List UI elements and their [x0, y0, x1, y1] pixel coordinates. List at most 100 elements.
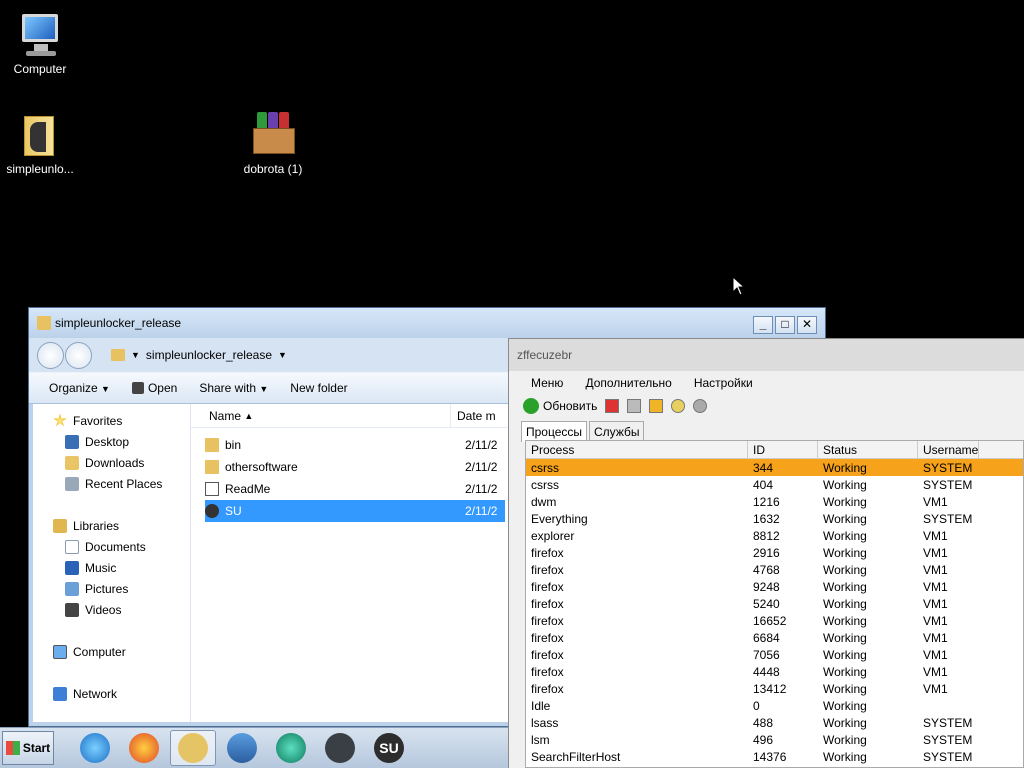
desktop-icon [65, 434, 79, 449]
table-row[interactable]: Everything 1632 Working SYSTEM [526, 510, 1023, 527]
refresh-button[interactable]: Обновить [543, 399, 597, 413]
column-header-date[interactable]: Date m [451, 409, 496, 423]
table-row[interactable]: firefox 4448 Working VM1 [526, 663, 1023, 680]
windows-logo-icon [5, 741, 20, 755]
music-icon [65, 560, 79, 575]
desktop-icon-simpleunlocker[interactable]: simpleunlo... [0, 110, 80, 176]
column-header-id[interactable]: ID [748, 441, 818, 458]
globe-app-icon [276, 733, 306, 763]
shield-icon[interactable] [671, 399, 686, 413]
kill-process-icon[interactable] [605, 399, 620, 413]
delete-icon[interactable] [627, 399, 642, 413]
desktop-icon-computer[interactable]: Computer [0, 10, 80, 76]
menu-item-advanced[interactable]: Дополнительно [585, 376, 671, 390]
column-header-process[interactable]: Process [526, 441, 748, 458]
nav-network[interactable]: Network [33, 683, 190, 704]
file-row-othersoftware[interactable]: othersoftware 2/11/2 [205, 456, 505, 478]
refresh-icon[interactable] [523, 398, 539, 414]
table-row[interactable]: SearchFilterHost 14376 Working SYSTEM [526, 748, 1023, 765]
menu-item-settings[interactable]: Настройки [694, 376, 753, 390]
internet-explorer-icon [80, 733, 110, 763]
nav-recent-places[interactable]: Recent Places [33, 473, 190, 494]
file-row-su[interactable]: SU 2/11/2 [205, 500, 505, 522]
back-button[interactable] [37, 341, 64, 369]
cell-id: 4768 [753, 562, 780, 577]
table-row[interactable]: dwm 1216 Working VM1 [526, 493, 1023, 510]
nav-computer[interactable]: Computer [33, 641, 190, 662]
cell-status: Working [823, 715, 867, 730]
column-header-username[interactable]: Username [918, 441, 980, 458]
explorer-titlebar[interactable]: simpleunlocker_release _ □ ✕ [29, 308, 825, 338]
table-row[interactable]: firefox 9248 Working VM1 [526, 578, 1023, 595]
taskbar-media-player[interactable] [219, 730, 265, 766]
table-row[interactable]: firefox 7056 Working VM1 [526, 646, 1023, 663]
column-header-name[interactable]: Name ▲ [191, 404, 451, 427]
taskbar-firefox[interactable] [121, 730, 167, 766]
process-manager-window[interactable]: zffecuzebr Меню Дополнительно Настройки … [508, 338, 1024, 768]
table-row[interactable]: firefox 13412 Working VM1 [526, 680, 1023, 697]
menu-item-menu[interactable]: Меню [531, 376, 563, 390]
folder-icon [205, 460, 219, 474]
address-path: simpleunlocker_release [145, 348, 272, 362]
table-row[interactable]: firefox 4768 Working VM1 [526, 561, 1023, 578]
folder-icon [111, 349, 125, 361]
chevron-down-icon[interactable]: ▼ [131, 350, 140, 360]
taskbar-su[interactable]: SU [366, 730, 412, 766]
taskbar-task-manager[interactable] [317, 730, 363, 766]
table-row[interactable]: Idle 0 Working [526, 697, 1023, 714]
nav-videos[interactable]: Videos [33, 599, 190, 620]
taskbar-internet-explorer[interactable] [72, 730, 118, 766]
cell-username: VM1 [923, 630, 948, 645]
folder-icon [37, 316, 51, 330]
table-row[interactable]: lsm 496 Working SYSTEM [526, 731, 1023, 748]
computer-icon [53, 644, 67, 659]
nav-music[interactable]: Music [33, 557, 190, 578]
table-row[interactable]: firefox 6684 Working VM1 [526, 629, 1023, 646]
tab-services[interactable]: Службы [589, 421, 645, 442]
nav-favorites[interactable]: Favorites [33, 410, 190, 431]
close-button[interactable]: ✕ [797, 316, 817, 334]
share-with-button[interactable]: Share with ▼ [199, 381, 268, 395]
shield-gray-icon[interactable] [693, 399, 708, 413]
minimize-button[interactable]: _ [753, 316, 773, 334]
taskbar-globe-app[interactable] [268, 730, 314, 766]
organize-button[interactable]: Organize ▼ [49, 381, 110, 395]
cell-status: Working [823, 579, 867, 594]
table-row[interactable]: firefox 2916 Working VM1 [526, 544, 1023, 561]
file-row-bin[interactable]: bin 2/11/2 [205, 434, 505, 456]
start-button[interactable]: Start [2, 731, 54, 765]
table-row[interactable]: csrss 404 Working SYSTEM [526, 476, 1023, 493]
new-folder-button[interactable]: New folder [290, 381, 347, 395]
nav-libraries[interactable]: Libraries [33, 515, 190, 536]
sort-up-icon: ▲ [244, 410, 254, 421]
cell-status: Working [823, 664, 867, 679]
nav-documents[interactable]: Documents [33, 536, 190, 557]
table-row[interactable]: lsass 488 Working SYSTEM [526, 714, 1023, 731]
table-row[interactable]: firefox 16652 Working VM1 [526, 612, 1023, 629]
table-row[interactable]: csrss 344 Working SYSTEM [526, 459, 1023, 476]
column-header-status[interactable]: Status [818, 441, 918, 458]
address-bar[interactable]: ▼ simpleunlocker_release ▼ [111, 348, 287, 362]
cell-status: Working [823, 562, 867, 577]
nav-downloads[interactable]: Downloads [33, 452, 190, 473]
taskbar-explorer[interactable] [170, 730, 216, 766]
file-row-readme[interactable]: ReadMe 2/11/2 [205, 478, 505, 500]
nav-desktop[interactable]: Desktop [33, 431, 190, 452]
forward-button[interactable] [65, 341, 92, 369]
edit-icon[interactable] [649, 399, 664, 413]
cell-process: SearchFilterHost [531, 749, 621, 764]
desktop-icon-dobrota[interactable]: dobrota (1) [233, 110, 313, 176]
table-row[interactable]: firefox 5240 Working VM1 [526, 595, 1023, 612]
tab-processes[interactable]: Процессы [521, 421, 588, 442]
table-row[interactable]: explorer 8812 Working VM1 [526, 527, 1023, 544]
nav-pictures[interactable]: Pictures [33, 578, 190, 599]
process-toolbar: Обновить [509, 395, 1024, 417]
cell-id: 496 [753, 732, 774, 747]
chevron-down-icon[interactable]: ▼ [278, 350, 287, 360]
maximize-button[interactable]: □ [775, 316, 795, 334]
cell-status: Working [823, 630, 867, 645]
cell-process: firefox [531, 664, 564, 679]
cell-status: Working [823, 528, 867, 543]
star-icon [53, 413, 67, 427]
open-button[interactable]: Open [131, 381, 177, 395]
